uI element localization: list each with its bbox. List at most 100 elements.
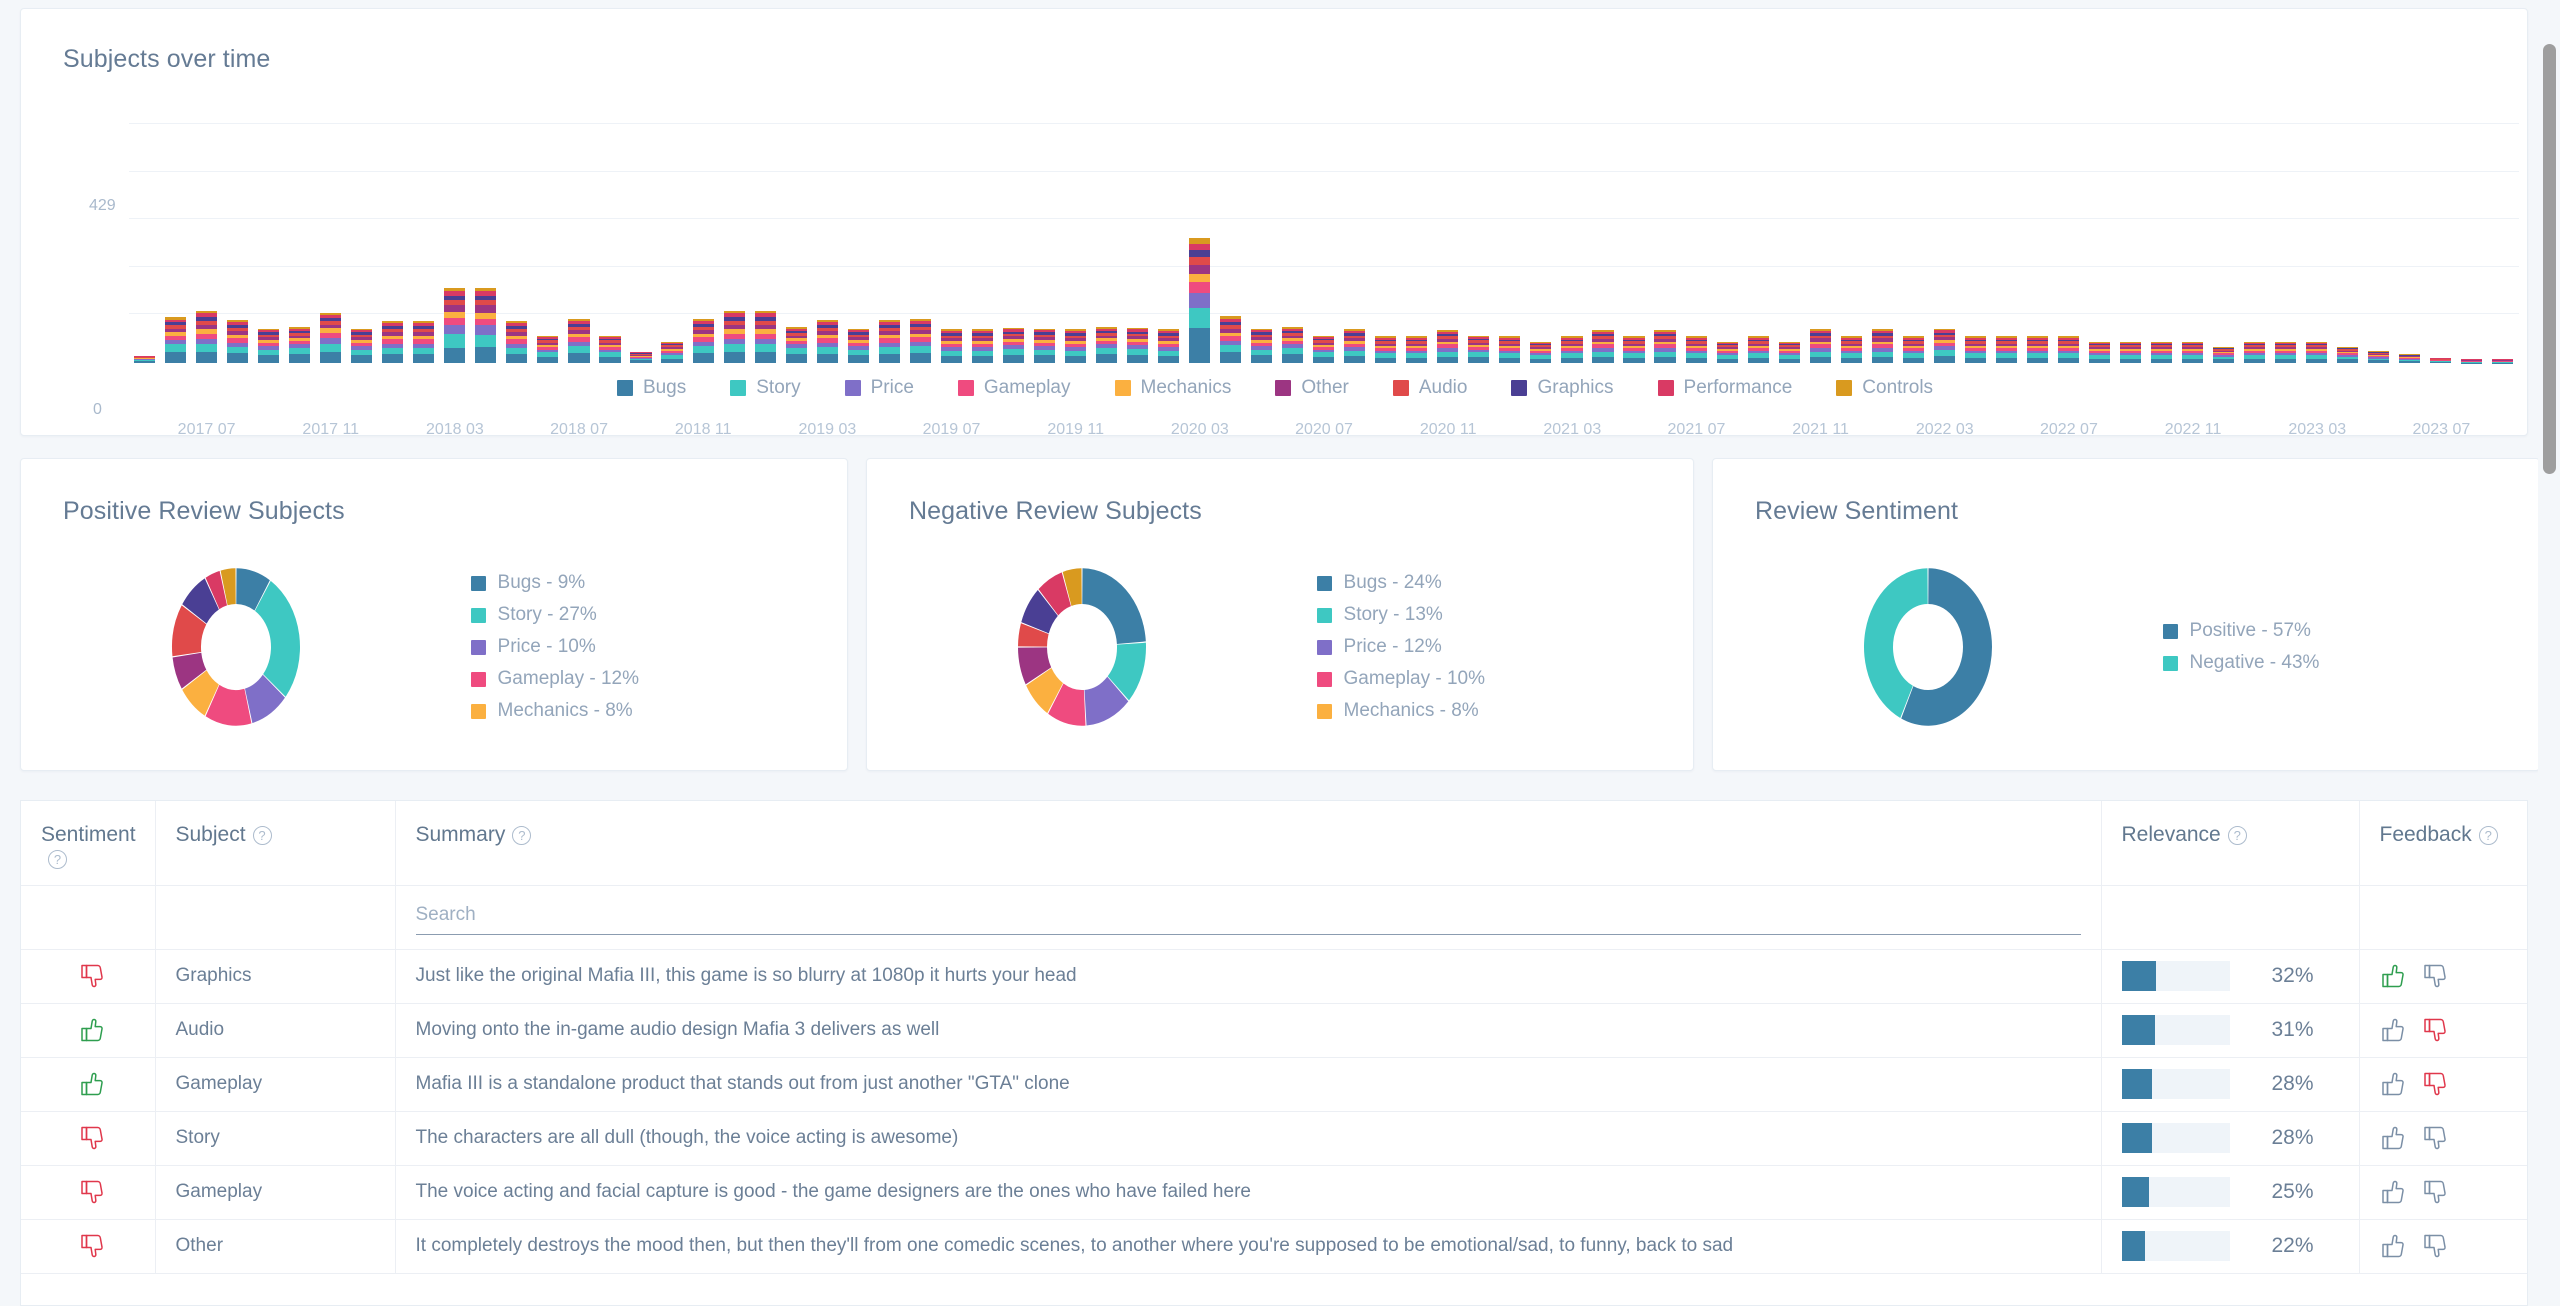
bar-column[interactable] bbox=[1774, 173, 1805, 363]
bar-column[interactable] bbox=[2208, 173, 2239, 363]
legend-item-story[interactable]: Story bbox=[730, 377, 801, 399]
table-row[interactable]: Story The characters are all dull (though… bbox=[21, 1111, 2527, 1165]
donut-legend-item[interactable]: Story - 13% bbox=[1316, 599, 1693, 631]
bar-column[interactable] bbox=[1743, 173, 1774, 363]
bar-column[interactable] bbox=[1029, 173, 1060, 363]
bar-column[interactable] bbox=[2270, 173, 2301, 363]
bar-column[interactable] bbox=[2425, 173, 2456, 363]
help-icon[interactable]: ? bbox=[2478, 826, 2498, 845]
bar-column[interactable] bbox=[315, 173, 346, 363]
bar-column[interactable] bbox=[1929, 173, 1960, 363]
legend-item-gameplay[interactable]: Gameplay bbox=[957, 377, 1071, 399]
bar-column[interactable] bbox=[1246, 173, 1277, 363]
bar-column[interactable] bbox=[1991, 173, 2022, 363]
column-header-relevance[interactable]: Relevance? bbox=[2101, 801, 2360, 886]
table-row[interactable]: Other It completely destroys the mood the… bbox=[21, 1219, 2527, 1273]
donut-legend-item[interactable]: Story - 27% bbox=[470, 599, 847, 631]
legend-item-mechanics[interactable]: Mechanics bbox=[1114, 377, 1231, 399]
help-icon[interactable]: ? bbox=[48, 850, 67, 869]
bar-column[interactable] bbox=[1494, 173, 1525, 363]
column-header-feedback[interactable]: Feedback? bbox=[2359, 801, 2527, 886]
thumb-down-icon[interactable] bbox=[2422, 1125, 2448, 1151]
bar-column[interactable] bbox=[998, 173, 1029, 363]
bar-column[interactable] bbox=[1836, 173, 1867, 363]
bar-column[interactable] bbox=[346, 173, 377, 363]
donut-legend-item[interactable]: Mechanics - 8% bbox=[1316, 695, 1693, 727]
donut-legend-item[interactable]: Bugs - 9% bbox=[470, 567, 847, 599]
bar-column[interactable] bbox=[2146, 173, 2177, 363]
bar-column[interactable] bbox=[253, 173, 284, 363]
help-icon[interactable]: ? bbox=[512, 826, 532, 845]
page-scrollbar-thumb[interactable] bbox=[2543, 44, 2556, 474]
bar-column[interactable] bbox=[1432, 173, 1463, 363]
bar-column[interactable] bbox=[222, 173, 253, 363]
legend-item-performance[interactable]: Performance bbox=[1657, 377, 1792, 399]
bar-column[interactable] bbox=[1339, 173, 1370, 363]
bar-column[interactable] bbox=[812, 173, 843, 363]
bar-column[interactable] bbox=[2301, 173, 2332, 363]
table-row[interactable]: Gameplay Mafia III is a standalone produc… bbox=[21, 1057, 2527, 1111]
bar-column[interactable] bbox=[2332, 173, 2363, 363]
help-icon[interactable]: ? bbox=[2227, 826, 2247, 845]
legend-item-price[interactable]: Price bbox=[844, 377, 914, 399]
bar-column[interactable] bbox=[1153, 173, 1184, 363]
bar-column[interactable] bbox=[470, 173, 501, 363]
legend-item-graphics[interactable]: Graphics bbox=[1511, 377, 1614, 399]
bar-column[interactable] bbox=[284, 173, 315, 363]
bar-column[interactable] bbox=[1805, 173, 1836, 363]
thumb-up-icon[interactable] bbox=[2380, 1125, 2406, 1151]
legend-item-controls[interactable]: Controls bbox=[1836, 377, 1933, 399]
search-input[interactable] bbox=[415, 899, 2081, 935]
bar-column[interactable] bbox=[1556, 173, 1587, 363]
thumb-down-icon[interactable] bbox=[2422, 1179, 2448, 1205]
column-header-subject[interactable]: Subject? bbox=[155, 801, 396, 886]
bar-column[interactable] bbox=[377, 173, 408, 363]
bar-column[interactable] bbox=[626, 173, 657, 363]
bar-column[interactable] bbox=[843, 173, 874, 363]
bar-column[interactable] bbox=[1215, 173, 1246, 363]
bar-column[interactable] bbox=[874, 173, 905, 363]
bar-column[interactable] bbox=[1681, 173, 1712, 363]
column-header-summary[interactable]: Summary? bbox=[395, 801, 2102, 886]
table-row[interactable]: Audio Moving onto the in-game audio desig… bbox=[21, 1003, 2527, 1057]
donut-slice[interactable] bbox=[1082, 568, 1146, 644]
thumb-down-icon[interactable] bbox=[2422, 1233, 2448, 1259]
bar-column[interactable] bbox=[1898, 173, 1929, 363]
bar-column[interactable] bbox=[1867, 173, 1898, 363]
donut-legend-item[interactable]: Mechanics - 8% bbox=[470, 695, 847, 727]
bar-column[interactable] bbox=[1401, 173, 1432, 363]
donut-legend-item[interactable]: Gameplay - 12% bbox=[470, 663, 847, 695]
bar-column[interactable] bbox=[936, 173, 967, 363]
bar-column[interactable] bbox=[1060, 173, 1091, 363]
table-row[interactable]: Gameplay The voice acting and facial capt… bbox=[21, 1165, 2527, 1219]
bar-column[interactable] bbox=[2394, 173, 2425, 363]
bar-column[interactable] bbox=[1091, 173, 1122, 363]
bar-column[interactable] bbox=[532, 173, 563, 363]
bar-column[interactable] bbox=[1712, 173, 1743, 363]
bar-column[interactable] bbox=[905, 173, 936, 363]
bar-column[interactable] bbox=[563, 173, 594, 363]
bar-column[interactable] bbox=[1463, 173, 1494, 363]
bar-column[interactable] bbox=[408, 173, 439, 363]
bar-column[interactable] bbox=[781, 173, 812, 363]
column-header-sentiment[interactable]: Sentiment? bbox=[21, 801, 156, 886]
bar-column[interactable] bbox=[657, 173, 688, 363]
table-row[interactable]: Graphics Just like the original Mafia III… bbox=[21, 949, 2527, 1003]
donut-legend-item[interactable]: Bugs - 24% bbox=[1316, 567, 1693, 599]
bar-column[interactable] bbox=[2115, 173, 2146, 363]
bar-column[interactable] bbox=[1525, 173, 1556, 363]
legend-item-other[interactable]: Other bbox=[1275, 377, 1349, 399]
bar-column[interactable] bbox=[1619, 173, 1650, 363]
bar-column[interactable] bbox=[129, 173, 160, 363]
donut-legend-item[interactable]: Gameplay - 10% bbox=[1316, 663, 1693, 695]
bar-column[interactable] bbox=[2456, 173, 2487, 363]
legend-item-bugs[interactable]: Bugs bbox=[616, 377, 686, 399]
thumb-down-icon[interactable] bbox=[2422, 1017, 2448, 1043]
thumb-up-icon[interactable] bbox=[2380, 1233, 2406, 1259]
thumb-up-icon[interactable] bbox=[2380, 963, 2406, 989]
thumb-down-icon[interactable] bbox=[2422, 1071, 2448, 1097]
bar-column[interactable] bbox=[967, 173, 998, 363]
bar-column[interactable] bbox=[1308, 173, 1339, 363]
bar-column[interactable] bbox=[2053, 173, 2084, 363]
bar-column[interactable] bbox=[160, 173, 191, 363]
